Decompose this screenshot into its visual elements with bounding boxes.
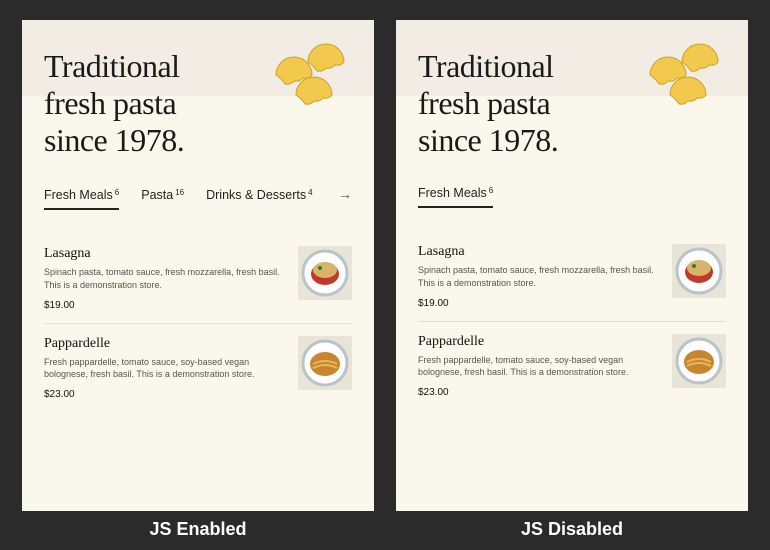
menu-item-image [672,334,726,388]
menu-items: Lasagna Spinach pasta, tomato sauce, fre… [396,214,748,409]
menu-item-image [298,336,352,390]
menu-item[interactable]: Pappardelle Fresh pappardelle, tomato sa… [44,324,352,412]
tab-count: 4 [308,188,312,197]
tab-label: Drinks & Desserts [206,188,306,202]
pane-js-disabled: Traditional fresh pasta since 1978. Fres… [396,20,748,511]
pane-captions: JS Enabled JS Disabled [22,519,748,540]
tab-count: 16 [175,188,184,197]
menu-item-desc: Spinach pasta, tomato sauce, fresh mozza… [44,266,284,291]
category-tabs: Fresh Meals6 [396,158,748,214]
ravioli-icon [256,40,356,130]
tab-label: Fresh Meals [44,188,113,202]
menu-item-text: Pappardelle Fresh pappardelle, tomato sa… [418,334,658,398]
menu-item-text: Pappardelle Fresh pappardelle, tomato sa… [44,336,284,400]
menu-item-desc: Spinach pasta, tomato sauce, fresh mozza… [418,264,658,289]
tab-count: 6 [115,188,119,197]
menu-item-price: $23.00 [44,389,284,400]
tab-count: 6 [489,186,493,195]
comparison-panes: Traditional fresh pasta since 1978. Fres… [22,20,748,511]
hero: Traditional fresh pasta since 1978. [396,20,748,158]
menu-item-price: $23.00 [418,387,658,398]
menu-item-desc: Fresh pappardelle, tomato sauce, soy-bas… [44,356,284,381]
menu-item-name: Lasagna [44,246,284,262]
pane-js-enabled: Traditional fresh pasta since 1978. Fres… [22,20,374,511]
tab-fresh-meals[interactable]: Fresh Meals6 [418,186,493,208]
arrow-right-icon[interactable]: → [338,186,352,202]
hero-title: Traditional fresh pasta since 1978. [418,48,578,158]
category-tabs: Fresh Meals6 Pasta16 Drinks & Desserts4 … [22,158,374,216]
menu-item-desc: Fresh pappardelle, tomato sauce, soy-bas… [418,354,658,379]
menu-item-name: Pappardelle [44,336,284,352]
menu-item-name: Lasagna [418,244,658,260]
caption-right: JS Disabled [396,519,748,540]
menu-item[interactable]: Lasagna Spinach pasta, tomato sauce, fre… [418,232,726,321]
menu-item[interactable]: Pappardelle Fresh pappardelle, tomato sa… [418,322,726,410]
hero: Traditional fresh pasta since 1978. [22,20,374,158]
menu-item-image [298,246,352,300]
tab-pasta[interactable]: Pasta16 [141,188,184,208]
tab-label: Fresh Meals [418,186,487,200]
ravioli-icon [630,40,730,130]
menu-item-price: $19.00 [44,300,284,311]
tab-drinks-desserts[interactable]: Drinks & Desserts4 [206,188,312,208]
menu-item[interactable]: Lasagna Spinach pasta, tomato sauce, fre… [44,234,352,323]
menu-item-name: Pappardelle [418,334,658,350]
menu-item-text: Lasagna Spinach pasta, tomato sauce, fre… [44,246,284,310]
hero-title: Traditional fresh pasta since 1978. [44,48,204,158]
tab-label: Pasta [141,188,173,202]
caption-left: JS Enabled [22,519,374,540]
menu-item-image [672,244,726,298]
tab-fresh-meals[interactable]: Fresh Meals6 [44,188,119,210]
menu-item-text: Lasagna Spinach pasta, tomato sauce, fre… [418,244,658,308]
menu-items: Lasagna Spinach pasta, tomato sauce, fre… [22,216,374,411]
menu-item-price: $19.00 [418,298,658,309]
